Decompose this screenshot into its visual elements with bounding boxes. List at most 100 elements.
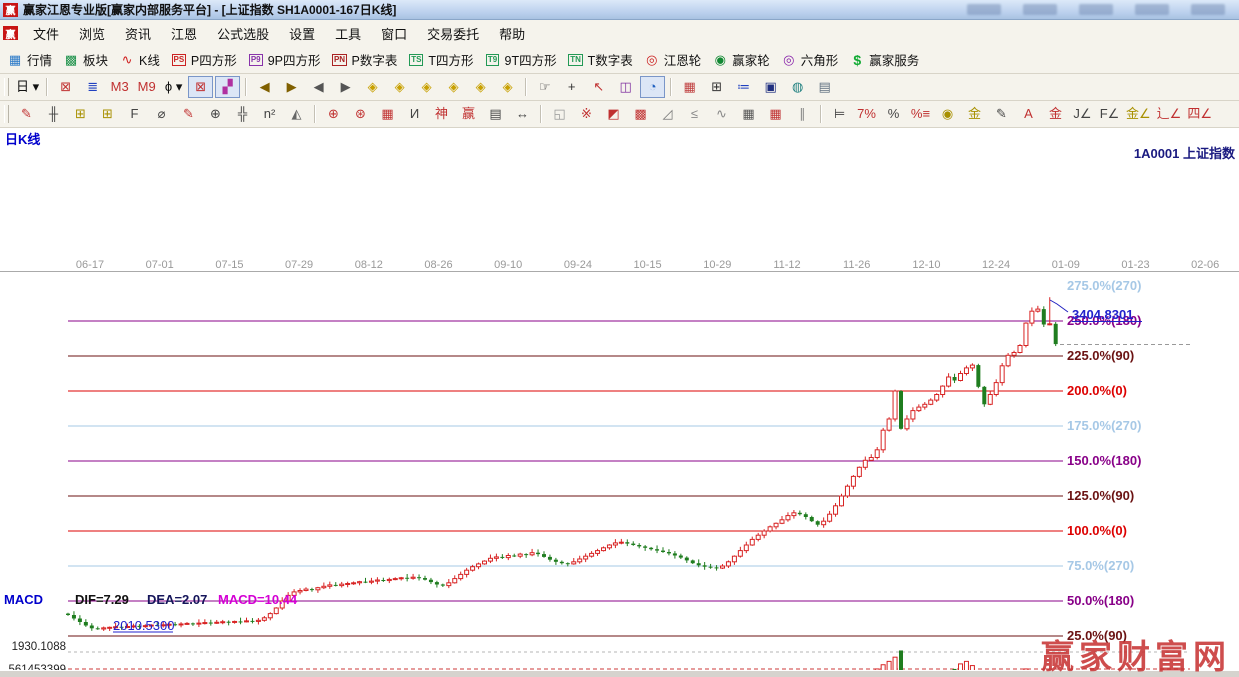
- tool-button[interactable]: ≣: [80, 76, 105, 98]
- tool-button[interactable]: 金: [1043, 103, 1068, 125]
- macd-indicator-name[interactable]: MACD: [4, 592, 43, 607]
- tool-button[interactable]: M3: [107, 76, 132, 98]
- tool-button[interactable]: ⊠: [188, 76, 214, 98]
- tool-button[interactable]: ▤: [812, 76, 837, 98]
- chart-area[interactable]: 06-17 07-01 07-15 07-29 08-12 08-26 09-10 09-24…: [0, 128, 1239, 677]
- menu-item-窗口[interactable]: 窗口: [371, 24, 417, 43]
- tool-button[interactable]: ▞: [215, 76, 241, 98]
- svg-text:1930.1088: 1930.1088: [12, 641, 66, 653]
- tool-button[interactable]: ◈: [360, 76, 385, 98]
- tool-button[interactable]: ↔: [510, 103, 535, 125]
- tool-button[interactable]: ◀: [252, 76, 277, 98]
- tool-button[interactable]: ⊠: [53, 76, 78, 98]
- tool-button[interactable]: ✎: [989, 103, 1014, 125]
- tool-button[interactable]: ✎: [14, 103, 39, 125]
- tool-button[interactable]: ◫: [613, 76, 638, 98]
- tool-button[interactable]: ▩: [628, 103, 653, 125]
- tool-button[interactable]: ✎: [176, 103, 201, 125]
- tool-button[interactable]: ⊞: [704, 76, 729, 98]
- menu-item-工具[interactable]: 工具: [325, 24, 371, 43]
- tool-button[interactable]: ◔: [640, 76, 666, 98]
- tool-button[interactable]: 四∠: [1185, 103, 1214, 125]
- menu-item-公式选股[interactable]: 公式选股: [207, 24, 279, 43]
- tool-button[interactable]: ↖: [586, 76, 611, 98]
- quickbar-item[interactable]: ◉ 赢家轮: [711, 50, 770, 69]
- tool-button[interactable]: ▦: [763, 103, 788, 125]
- tool-button[interactable]: ◉: [935, 103, 960, 125]
- toolbar-separator: [540, 105, 542, 123]
- tool-button[interactable]: ▦: [375, 103, 400, 125]
- tool-button[interactable]: ∿: [709, 103, 734, 125]
- tool-button[interactable]: ⊕: [203, 103, 228, 125]
- quickbar-item[interactable]: ◎ 六角形: [780, 50, 838, 69]
- tool-button[interactable]: 神: [429, 103, 454, 125]
- menu-item-交易委托[interactable]: 交易委托: [417, 24, 489, 43]
- tool-button[interactable]: ⊞: [95, 103, 120, 125]
- tool-button[interactable]: ☞: [532, 76, 557, 98]
- quickbar-item[interactable]: TN T数字表: [567, 50, 633, 69]
- tool-button[interactable]: ▶: [279, 76, 304, 98]
- tool-button[interactable]: ≤: [682, 103, 707, 125]
- tool-button[interactable]: ◈: [468, 76, 493, 98]
- menu-item-江恩[interactable]: 江恩: [161, 24, 207, 43]
- tool-button[interactable]: ◈: [495, 76, 520, 98]
- tool-button[interactable]: M9: [134, 76, 159, 98]
- tool-button[interactable]: %: [881, 103, 906, 125]
- tool-button[interactable]: ◈: [441, 76, 466, 98]
- menu-item-设置[interactable]: 设置: [279, 24, 325, 43]
- menu-item-资讯[interactable]: 资讯: [115, 24, 161, 43]
- tool-button[interactable]: ╬: [230, 103, 255, 125]
- tool-button[interactable]: ⊨: [827, 103, 852, 125]
- tool-button[interactable]: 日 ▾: [14, 76, 41, 98]
- tool-button[interactable]: ◿: [655, 103, 680, 125]
- price-chart-canvas[interactable]: 06-17 07-01 07-15 07-29 08-12 08-26 09-10 09-24…: [0, 256, 1239, 677]
- tool-button[interactable]: A: [1016, 103, 1041, 125]
- quickbar-item[interactable]: ▩ 板块: [62, 50, 108, 69]
- quickbar-item[interactable]: P9 9P四方形: [247, 50, 321, 69]
- quickbar-item[interactable]: ▦ 行情: [6, 50, 52, 69]
- quickbar-item[interactable]: $ 赢家服务: [848, 50, 919, 69]
- tool-button[interactable]: ⌀: [149, 103, 174, 125]
- quickbar-item[interactable]: ◎ 江恩轮: [643, 50, 701, 69]
- menu-item-浏览[interactable]: 浏览: [69, 24, 115, 43]
- tool-button[interactable]: ╫: [41, 103, 66, 125]
- tool-button[interactable]: ※: [574, 103, 599, 125]
- tool-button[interactable]: ◭: [284, 103, 309, 125]
- menu-item-文件[interactable]: 文件: [23, 24, 69, 43]
- quickbar-item[interactable]: ∿ K线: [118, 50, 160, 69]
- tool-button[interactable]: ◱: [547, 103, 572, 125]
- tool-button[interactable]: ⊛: [348, 103, 373, 125]
- tool-button[interactable]: ▤: [483, 103, 508, 125]
- tool-button[interactable]: ◀: [306, 76, 331, 98]
- tool-button[interactable]: ◩: [601, 103, 626, 125]
- tool-button[interactable]: ▦: [677, 76, 702, 98]
- tool-button[interactable]: ◈: [414, 76, 439, 98]
- quickbar-item[interactable]: PS P四方形: [170, 50, 237, 69]
- tool-button[interactable]: ≔: [731, 76, 756, 98]
- tool-button[interactable]: ▶: [333, 76, 358, 98]
- tool-button[interactable]: 7%: [854, 103, 879, 125]
- tool-button[interactable]: ϕ ▾: [161, 76, 186, 98]
- tool-button[interactable]: ◈: [387, 76, 412, 98]
- tool-button[interactable]: F∠: [1097, 103, 1122, 125]
- tool-button[interactable]: И: [402, 103, 427, 125]
- tool-button[interactable]: ▣: [758, 76, 783, 98]
- tool-button[interactable]: %≡: [908, 103, 933, 125]
- quickbar-item[interactable]: T9 9T四方形: [484, 50, 557, 69]
- tool-button[interactable]: ∥: [790, 103, 815, 125]
- tool-button[interactable]: 赢: [456, 103, 481, 125]
- tool-button[interactable]: ⊕: [321, 103, 346, 125]
- tool-button[interactable]: +: [559, 76, 584, 98]
- quickbar-item[interactable]: TS T四方形: [407, 50, 474, 69]
- tool-button[interactable]: 金: [962, 103, 987, 125]
- tool-button[interactable]: n²: [257, 103, 282, 125]
- tool-button[interactable]: 金∠: [1124, 103, 1153, 125]
- menu-item-帮助[interactable]: 帮助: [489, 24, 535, 43]
- tool-button[interactable]: F: [122, 103, 147, 125]
- tool-button[interactable]: ▦: [736, 103, 761, 125]
- tool-button[interactable]: 辶∠: [1155, 103, 1184, 125]
- tool-button[interactable]: ◍: [785, 76, 810, 98]
- quickbar-item[interactable]: PN P数字表: [331, 50, 397, 69]
- tool-button[interactable]: ⊞: [68, 103, 93, 125]
- tool-button[interactable]: J∠: [1070, 103, 1095, 125]
